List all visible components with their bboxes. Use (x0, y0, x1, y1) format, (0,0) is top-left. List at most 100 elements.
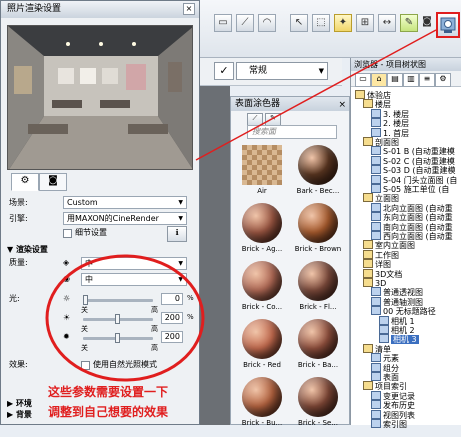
slider-thumb[interactable] (115, 333, 120, 343)
detail-settings-checkbox[interactable] (63, 229, 72, 238)
slider3-max-label: 高 (151, 344, 158, 352)
material-panel-title-text: 表面涂色器 (235, 99, 281, 109)
effect-label: 效果: (9, 360, 28, 369)
material-swatch-item[interactable]: Air (237, 145, 287, 205)
dimension-tool-button[interactable]: ↔ (378, 14, 396, 32)
line-tool-button[interactable]: ⟋ (236, 14, 254, 32)
render-settings-section[interactable]: ▼ 渲染设置 (7, 243, 193, 256)
navigator-panel: 浏览器 - 项目树状图 ▭ ⌂ ▤ ▥ ≡ ⚙ 体验店 楼层 3. 楼层 2. 楼层 1… (350, 58, 461, 429)
quality-select-2[interactable]: 中 ▼ (81, 273, 187, 286)
lamp-icon: ☀ (63, 313, 71, 322)
camera-icon[interactable]: ◙ (39, 173, 67, 191)
section-tool-button[interactable]: ⊞ (356, 14, 374, 32)
organizer-tab[interactable]: ≡ (419, 73, 435, 87)
material-swatch-item[interactable]: Bark - Bec... (293, 145, 343, 205)
material-swatch-item[interactable]: Brick - Ag... (237, 203, 287, 263)
view-icon (371, 362, 381, 372)
checkmark-icon[interactable]: ✓ (214, 62, 234, 80)
light-value-2[interactable]: 200 (161, 312, 183, 324)
view-map-tab[interactable]: ⌂ (371, 73, 387, 87)
view-icon (371, 353, 381, 363)
material-search-input[interactable]: 搜索面 (247, 125, 337, 139)
slider-thumb[interactable] (83, 295, 88, 305)
surface-material-panel: 表面涂色器 × ⟋ ✎ 搜索面 Air Bark - Bec... Brick - … (230, 96, 350, 427)
photo-render-settings-button[interactable] (436, 12, 460, 38)
view-icon (379, 315, 389, 325)
settings-tab[interactable]: ⚙ (435, 73, 451, 87)
magic-wand-button[interactable]: ✦ (334, 14, 352, 32)
quality-select-1[interactable]: 中 ▼ (81, 257, 187, 270)
folder-icon (363, 268, 373, 278)
light-slider-3[interactable] (83, 333, 153, 343)
gear-icon[interactable]: ⚙ (11, 173, 39, 191)
close-button[interactable]: × (183, 3, 195, 15)
folder-icon (363, 381, 373, 391)
light-slider-2[interactable] (83, 314, 153, 324)
light-value-1[interactable]: 0 (161, 293, 183, 305)
light-label: 光: (9, 294, 20, 303)
material-preview (298, 203, 338, 243)
light-value-3[interactable]: 200 (161, 331, 183, 343)
navigator-title-text: 浏览器 - 项目树状图 (354, 60, 426, 69)
chevron-down-icon: ▼ (178, 260, 183, 267)
view-icon (371, 108, 381, 118)
view-icon (371, 127, 381, 137)
slider-thumb[interactable] (115, 314, 120, 324)
chevron-down-icon: ▼ (318, 67, 324, 75)
view-icon (371, 155, 381, 165)
view-icon (371, 400, 381, 410)
engine-select[interactable]: 用MAXON的CineRender ▼ (63, 212, 187, 225)
material-swatch-item[interactable]: Brick - Brown (293, 203, 343, 263)
folder-icon (363, 278, 373, 287)
slider1-min-label: 关 (81, 306, 88, 314)
annotation-text: 这些参数需要设置一下 调整到自己想要的效果 (48, 382, 248, 422)
dialog-title: 照片渲染设置 (7, 4, 62, 14)
material-label: Brick - Ba... (297, 361, 339, 369)
sun-icon: ☼ (63, 294, 71, 303)
material-swatch-item[interactable]: Brick - Se... (293, 377, 343, 437)
close-icon[interactable]: × (338, 98, 346, 112)
layout-book-tab[interactable]: ▤ (387, 73, 403, 87)
view-icon (371, 212, 381, 222)
folder-icon (363, 343, 373, 353)
layer-combo[interactable]: 常规 ▼ (236, 62, 328, 80)
view-icon (371, 221, 381, 231)
arc-tool-button[interactable]: ◠ (258, 14, 276, 32)
natural-light-label: 使用自然光照模式 (93, 360, 157, 369)
quality-label: 质量: (9, 258, 28, 267)
folder-icon (363, 249, 373, 259)
project-map-tab[interactable]: ▭ (355, 73, 371, 87)
folder-icon (363, 259, 373, 269)
publisher-tab[interactable]: ▥ (403, 73, 419, 87)
material-swatch-item[interactable]: Brick - Fl... (293, 261, 343, 321)
scene-select[interactable]: Custom ▼ (63, 196, 187, 209)
material-preview (242, 203, 282, 243)
slider3-min-label: 关 (81, 344, 88, 352)
detail-settings-label: 细节设置 (75, 228, 107, 237)
material-swatch-item[interactable]: Brick - Red (237, 319, 287, 379)
3d-window[interactable] (200, 86, 230, 425)
photo-render-settings-dialog: 照片渲染设置 × ⚙ ◙ 场景: Custom ▼ 引擎: 用MAXON的Cin… (0, 0, 200, 425)
material-label: Brick - Red (243, 361, 281, 369)
info-icon[interactable]: ℹ (167, 226, 187, 242)
camera-icon[interactable]: ◙ (420, 14, 434, 32)
view-icon (371, 296, 381, 306)
natural-light-checkbox[interactable] (81, 361, 90, 370)
light-slider-1[interactable] (83, 295, 153, 305)
render-preview (7, 25, 193, 170)
select-tool-button[interactable]: ▭ (214, 14, 232, 32)
navigator-tabs: ▭ ⌂ ▤ ▥ ≡ ⚙ (351, 71, 461, 87)
material-swatch-item[interactable]: Brick - Ba... (293, 319, 343, 379)
material-swatch-item[interactable]: Brick - Co... (237, 261, 287, 321)
render-tool-button[interactable]: ✎ (400, 14, 418, 32)
pointer-tool-button[interactable]: ↖ (290, 14, 308, 32)
view-icon (371, 146, 381, 156)
chevron-down-icon: ▼ (178, 199, 183, 206)
slider1-max-label: 高 (151, 306, 158, 314)
folder-icon (355, 90, 365, 99)
marquee-tool-button[interactable]: ⬚ (312, 14, 330, 32)
light-unit-1: % (187, 294, 194, 302)
view-icon (371, 231, 381, 240)
layer-combo-value: 常规 (249, 66, 268, 76)
folder-icon (363, 137, 373, 146)
